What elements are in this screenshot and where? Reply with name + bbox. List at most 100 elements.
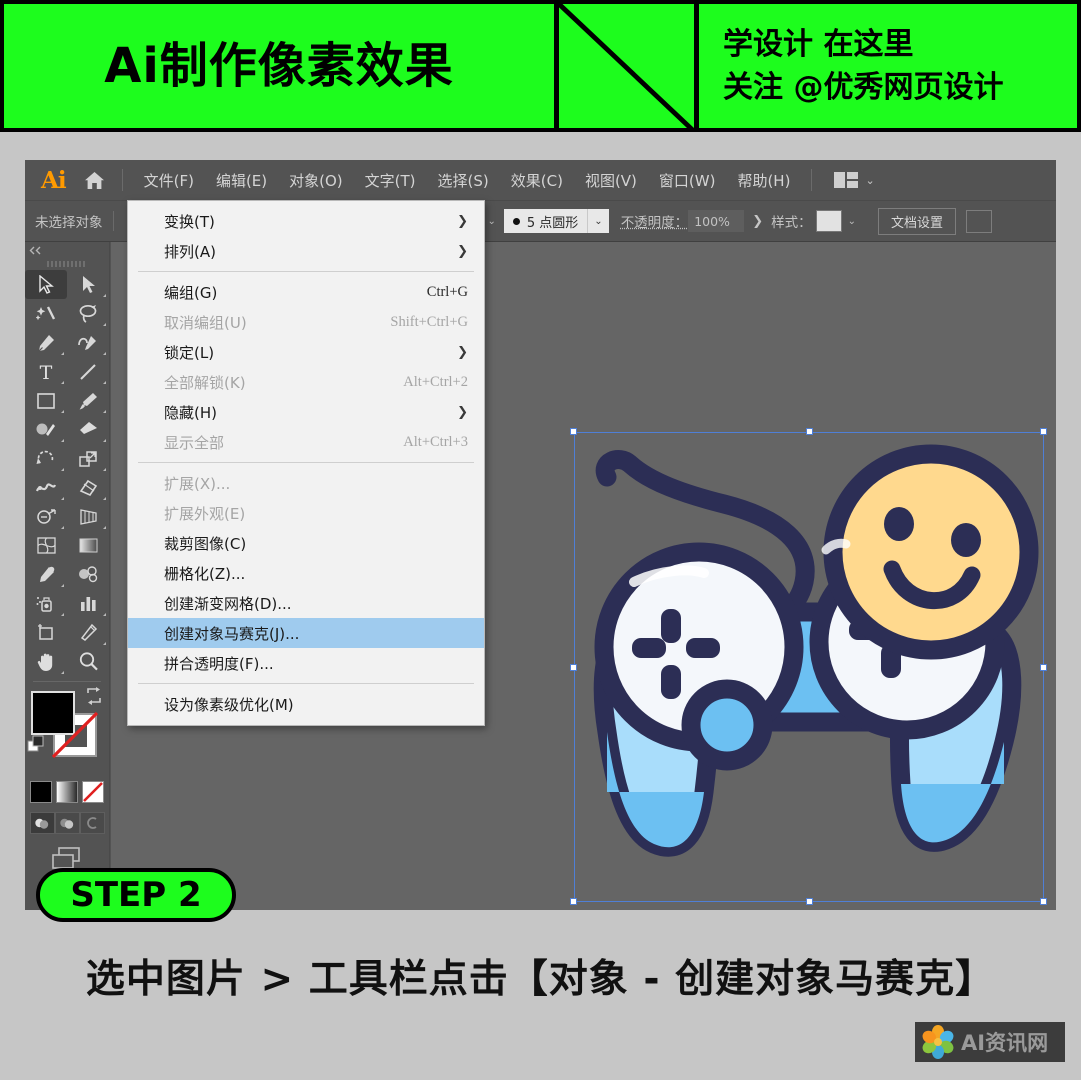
draw-inside-mode-button[interactable]	[79, 812, 105, 834]
tools-panel-grip[interactable]	[25, 258, 109, 270]
opacity-label: 不透明度：	[620, 215, 689, 231]
tool-flyout-corner	[103, 613, 106, 616]
tools-panel-collapse[interactable]	[25, 242, 109, 258]
menu-option-crop-image[interactable]: 裁剪图像(C)	[128, 528, 484, 558]
menu-item-object[interactable]: 对象(O)	[278, 164, 354, 197]
menu-item-window[interactable]: 窗口(W)	[648, 164, 727, 197]
menu-option-group[interactable]: 编组(G) Ctrl+G	[128, 277, 484, 307]
hand-tool[interactable]	[25, 647, 67, 676]
brush-chevron-down-icon[interactable]: ⌄	[587, 209, 609, 233]
type-tool[interactable]: T	[25, 357, 67, 386]
style-swatch[interactable]	[815, 210, 842, 232]
mesh-tool[interactable]	[25, 531, 67, 560]
menu-item-file[interactable]: 文件(F)	[133, 164, 205, 197]
tool-flyout-corner	[103, 294, 106, 297]
menu-item-select[interactable]: 选择(S)	[427, 164, 500, 197]
menu-item-view[interactable]: 视图(V)	[574, 164, 648, 197]
watermark: AI资讯网	[915, 1022, 1065, 1062]
menu-option-show-all[interactable]: 显示全部 Alt+Ctrl+3	[128, 427, 484, 457]
slice-tool[interactable]	[67, 618, 109, 647]
shaper-tool[interactable]	[25, 415, 67, 444]
menu-item-edit[interactable]: 编辑(E)	[205, 164, 278, 197]
menu-option-label: 锁定(L)	[164, 343, 215, 362]
selection-handle-ne[interactable]	[1040, 428, 1047, 435]
banner-subtitle-cell: 学设计 在这里 关注 @优秀网页设计	[697, 0, 1081, 132]
pen-tool[interactable]	[25, 328, 67, 357]
menu-option-flatten-transparency[interactable]: 拼合透明度(F)...	[128, 648, 484, 678]
selection-handle-se[interactable]	[1040, 898, 1047, 905]
brush-definition-field[interactable]: 5 点圆形	[503, 209, 588, 233]
arrange-documents-button[interactable]: ⌄	[834, 172, 875, 188]
eraser-tool[interactable]	[67, 415, 109, 444]
selection-handle-s[interactable]	[806, 898, 813, 905]
menu-option-label: 栅格化(Z)...	[164, 564, 246, 583]
color-mode-button[interactable]	[30, 781, 52, 803]
menu-option-expand-appearance[interactable]: 扩展外观(E)	[128, 498, 484, 528]
change-screen-mode-icon[interactable]	[50, 846, 84, 870]
eyedropper-tool[interactable]	[25, 560, 67, 589]
width-tool[interactable]	[25, 473, 67, 502]
blend-tool[interactable]	[67, 560, 109, 589]
shape-builder-tool[interactable]	[25, 502, 67, 531]
menu-option-lock[interactable]: 锁定(L) ❯	[128, 337, 484, 367]
draw-behind-mode-button[interactable]	[54, 812, 80, 834]
selection-handle-sw[interactable]	[570, 898, 577, 905]
selection-handle-w[interactable]	[570, 664, 577, 671]
menu-option-label: 扩展外观(E)	[164, 504, 246, 523]
selection-handle-n[interactable]	[806, 428, 813, 435]
free-transform-tool[interactable]	[67, 473, 109, 502]
menu-option-ungroup[interactable]: 取消编组(U) Shift+Ctrl+G	[128, 307, 484, 337]
symbol-sprayer-tool[interactable]	[25, 589, 67, 618]
zoom-tool[interactable]	[67, 647, 109, 676]
default-fill-stroke-icon[interactable]	[27, 735, 47, 755]
menu-item-type[interactable]: 文字(T)	[354, 164, 427, 197]
menu-option-create-object-mosaic[interactable]: 创建对象马赛克(J)...	[128, 618, 484, 648]
menu-option-make-pixel-perfect[interactable]: 设为像素级优化(M)	[128, 689, 484, 719]
swap-fill-stroke-icon[interactable]	[85, 687, 103, 705]
rotate-tool[interactable]	[25, 444, 67, 473]
selection-tool[interactable]	[25, 270, 67, 299]
home-icon[interactable]	[78, 171, 112, 190]
opacity-expand-icon[interactable]: ❯	[744, 213, 771, 229]
selection-status-label: 未选择对象	[35, 215, 103, 231]
gradient-tool[interactable]	[67, 531, 109, 560]
document-setup-button[interactable]: 文档设置	[877, 207, 956, 235]
magic-wand-tool[interactable]	[25, 299, 67, 328]
menu-item-effect[interactable]: 效果(C)	[500, 164, 574, 197]
style-chevron-down-icon[interactable]: ⌄	[848, 216, 856, 227]
menu-option-expand[interactable]: 扩展(X)...	[128, 468, 484, 498]
scale-tool[interactable]	[67, 444, 109, 473]
column-graph-tool[interactable]	[67, 589, 109, 618]
selection-handle-e[interactable]	[1040, 664, 1047, 671]
tool-flyout-corner	[61, 410, 64, 413]
preferences-button[interactable]	[966, 209, 992, 233]
selection-handle-nw[interactable]	[570, 428, 577, 435]
lasso-tool[interactable]	[67, 299, 109, 328]
menu-option-hide[interactable]: 隐藏(H) ❯	[128, 397, 484, 427]
menu-option-create-gradient-mesh[interactable]: 创建渐变网格(D)...	[128, 588, 484, 618]
curvature-tool[interactable]	[67, 328, 109, 357]
opacity-value[interactable]: 100%	[688, 210, 745, 232]
stroke-chevron-down-icon[interactable]: ⌄	[488, 216, 496, 227]
artboard-tool[interactable]	[25, 618, 67, 647]
menu-option-unlock-all[interactable]: 全部解锁(K) Alt+Ctrl+2	[128, 367, 484, 397]
tool-flyout-corner	[103, 323, 106, 326]
menu-option-rasterize[interactable]: 栅格化(Z)...	[128, 558, 484, 588]
perspective-grid-tool[interactable]	[67, 502, 109, 531]
banner-title: Ai制作像素效果	[104, 38, 454, 94]
none-mode-button[interactable]	[82, 781, 104, 803]
tool-flyout-corner	[103, 381, 106, 384]
tool-flyout-corner	[61, 468, 64, 471]
draw-normal-mode-button[interactable]	[29, 812, 55, 834]
object-dropdown-menu[interactable]: 变换(T) ❯ 排列(A) ❯ 编组(G) Ctrl+G 取消编组(U) Shi…	[127, 200, 485, 726]
none-slash-icon	[51, 711, 99, 759]
menu-option-arrange[interactable]: 排列(A) ❯	[128, 236, 484, 266]
direct-selection-tool[interactable]	[67, 270, 109, 299]
menu-option-transform[interactable]: 变换(T) ❯	[128, 206, 484, 236]
rectangle-tool[interactable]	[25, 386, 67, 415]
paintbrush-tool[interactable]	[67, 386, 109, 415]
line-segment-tool[interactable]	[67, 357, 109, 386]
artwork-container[interactable]	[570, 428, 1047, 905]
gradient-mode-button[interactable]	[56, 781, 78, 803]
menu-item-help[interactable]: 帮助(H)	[726, 164, 801, 197]
